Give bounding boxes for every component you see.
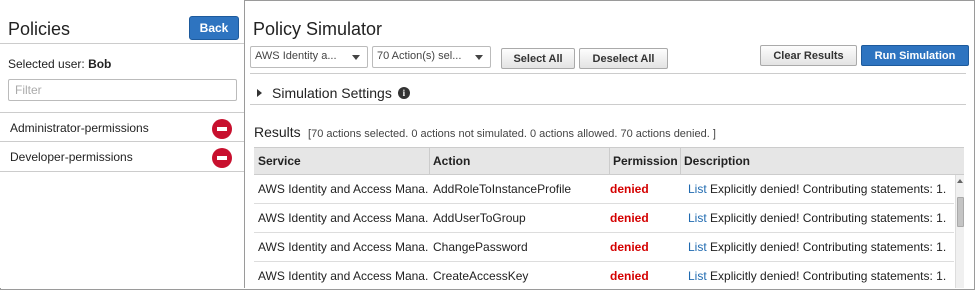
simulation-settings-toggle[interactable]: Simulation Settings i bbox=[257, 85, 410, 101]
clear-results-button[interactable]: Clear Results bbox=[760, 45, 857, 66]
description-cell: List Explicitly denied! Contributing sta… bbox=[684, 233, 954, 262]
policy-item-administrator-permissions[interactable]: Administrator-permissions bbox=[0, 112, 244, 142]
service-dropdown-value: AWS Identity a... bbox=[255, 50, 337, 62]
service-cell: AWS Identity and Access Mana... bbox=[258, 269, 429, 283]
description-cell: List Explicitly denied! Contributing sta… bbox=[684, 204, 954, 233]
vertical-scrollbar[interactable] bbox=[955, 175, 964, 288]
list-link[interactable]: List bbox=[688, 269, 707, 283]
action-cell: CreateAccessKey bbox=[433, 269, 529, 283]
policy-name: Developer-permissions bbox=[10, 150, 133, 164]
description-text: Explicitly denied! Contributing statemen… bbox=[710, 240, 947, 254]
description-text: Explicitly denied! Contributing statemen… bbox=[710, 269, 947, 283]
description-text: Explicitly denied! Contributing statemen… bbox=[710, 182, 947, 196]
deselect-all-button[interactable]: Deselect All bbox=[579, 48, 668, 69]
back-button[interactable]: Back bbox=[189, 16, 239, 40]
service-cell: AWS Identity and Access Mana... bbox=[258, 211, 429, 225]
service-cell: AWS Identity and Access Mana... bbox=[258, 182, 429, 196]
run-simulation-button[interactable]: Run Simulation bbox=[861, 45, 969, 66]
table-row[interactable]: AWS Identity and Access Mana... AddRoleT… bbox=[254, 175, 954, 204]
permission-cell: denied bbox=[610, 182, 649, 196]
results-table: Service Action Permission Description AW… bbox=[254, 147, 964, 288]
deny-icon bbox=[212, 148, 232, 168]
deny-icon bbox=[212, 119, 232, 139]
divider bbox=[0, 43, 244, 44]
column-header-permission[interactable]: Permission bbox=[609, 148, 681, 175]
results-header: Results [70 actions selected. 0 actions … bbox=[254, 124, 716, 140]
selected-user: Selected user: Bob bbox=[8, 57, 111, 71]
column-header-description[interactable]: Description bbox=[680, 148, 960, 175]
service-dropdown[interactable]: AWS Identity a... bbox=[250, 46, 368, 68]
service-cell: AWS Identity and Access Mana... bbox=[258, 240, 429, 254]
action-cell: ChangePassword bbox=[433, 240, 528, 254]
list-link[interactable]: List bbox=[688, 211, 707, 225]
action-cell: AddRoleToInstanceProfile bbox=[433, 182, 572, 196]
policies-panel: Policies Back Selected user: Bob Adminis… bbox=[0, 0, 245, 288]
permission-cell: denied bbox=[610, 240, 649, 254]
actions-dropdown-value: 70 Action(s) sel... bbox=[377, 50, 462, 62]
scroll-up-icon[interactable] bbox=[957, 179, 963, 183]
description-cell: List Explicitly denied! Contributing sta… bbox=[684, 175, 954, 204]
actions-dropdown[interactable]: 70 Action(s) sel... bbox=[372, 46, 491, 68]
table-row[interactable]: AWS Identity and Access Mana... ChangePa… bbox=[254, 233, 954, 262]
chevron-down-icon bbox=[352, 55, 360, 60]
list-link[interactable]: List bbox=[688, 182, 707, 196]
policy-item-developer-permissions[interactable]: Developer-permissions bbox=[0, 142, 244, 172]
column-header-action[interactable]: Action bbox=[429, 148, 609, 175]
permission-cell: denied bbox=[610, 211, 649, 225]
description-cell: List Explicitly denied! Contributing sta… bbox=[684, 262, 954, 288]
policy-simulator-panel: Policy Simulator AWS Identity a... 70 Ac… bbox=[245, 0, 973, 288]
filter-input[interactable] bbox=[8, 79, 237, 101]
page-title: Policy Simulator bbox=[253, 19, 383, 39]
list-link[interactable]: List bbox=[688, 240, 707, 254]
divider bbox=[250, 73, 966, 74]
action-cell: AddUserToGroup bbox=[433, 211, 526, 225]
expand-arrow-icon bbox=[257, 89, 262, 97]
selected-user-label: Selected user: bbox=[8, 57, 85, 71]
permission-cell: denied bbox=[610, 269, 649, 283]
results-label: Results bbox=[254, 124, 301, 140]
table-row[interactable]: AWS Identity and Access Mana... CreateAc… bbox=[254, 262, 954, 288]
column-header-service[interactable]: Service bbox=[254, 148, 429, 175]
policy-name: Administrator-permissions bbox=[10, 121, 149, 135]
simulation-settings-label: Simulation Settings bbox=[272, 85, 392, 101]
policies-title: Policies bbox=[8, 19, 71, 39]
table-header: Service Action Permission Description bbox=[254, 147, 964, 175]
divider bbox=[250, 104, 966, 105]
selected-user-name: Bob bbox=[88, 57, 112, 71]
chevron-down-icon bbox=[475, 55, 483, 60]
scrollbar-thumb[interactable] bbox=[957, 197, 964, 227]
table-row[interactable]: AWS Identity and Access Mana... AddUserT… bbox=[254, 204, 954, 233]
results-summary: [70 actions selected. 0 actions not simu… bbox=[308, 128, 716, 140]
info-icon[interactable]: i bbox=[397, 87, 410, 99]
description-text: Explicitly denied! Contributing statemen… bbox=[710, 211, 947, 225]
select-all-button[interactable]: Select All bbox=[501, 48, 575, 69]
